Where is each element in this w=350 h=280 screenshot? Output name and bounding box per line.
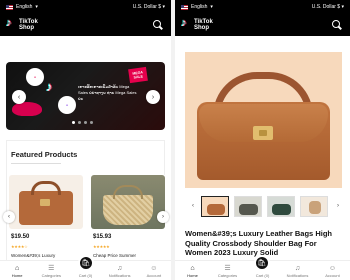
nav-label: Home bbox=[187, 273, 198, 278]
currency-selector[interactable]: U.S. Dollar $ ▾ bbox=[312, 4, 344, 10]
product-rating: ★★★★☆ bbox=[11, 244, 28, 249]
nav-account[interactable]: ☺ Account bbox=[318, 265, 348, 278]
banner-lips-graphic bbox=[12, 102, 42, 116]
banner-next-button[interactable]: › bbox=[146, 90, 160, 104]
currency-label: U.S. Dollar $ bbox=[311, 4, 341, 10]
product-image bbox=[9, 175, 83, 229]
product-main-image[interactable] bbox=[185, 52, 342, 188]
product-name[interactable]: Women&#39;s Luxury bbox=[11, 253, 55, 258]
nav-label: Cart (0) bbox=[255, 273, 270, 278]
banner-badge-circle: ● bbox=[26, 68, 44, 86]
nav-home[interactable]: ⌂ Home bbox=[2, 265, 32, 278]
product-rating: ★★★★★ bbox=[93, 244, 110, 249]
thumbnail-next-button[interactable]: › bbox=[333, 201, 343, 211]
home-screen: English ▾ U.S. Dollar $ ▾ TikTok Shop ● … bbox=[0, 0, 171, 280]
nav-home[interactable]: ⌂ Home bbox=[178, 265, 208, 278]
nav-label: Categories bbox=[217, 273, 238, 278]
chevron-down-icon: ▾ bbox=[341, 4, 344, 10]
featured-products-section: Featured Products $19.50 ★★★★☆ Women&#39… bbox=[6, 140, 165, 272]
product-card[interactable]: $19.50 ★★★★☆ Women&#39;s Luxury bbox=[9, 175, 83, 271]
app-header: TikTok Shop bbox=[0, 14, 171, 36]
product-title: Women&#39;s Luxury Leather Bags High Qua… bbox=[185, 229, 332, 257]
logo-line2: Shop bbox=[194, 25, 209, 31]
grid-icon: ☰ bbox=[48, 265, 55, 272]
chevron-down-icon: ▾ bbox=[210, 4, 213, 10]
tiktok-logo-icon bbox=[46, 78, 60, 92]
section-title: Featured Products bbox=[11, 150, 78, 159]
tiktok-logo-icon bbox=[181, 17, 191, 30]
nav-label: Categories bbox=[41, 273, 61, 278]
product-thumbnail[interactable] bbox=[267, 196, 295, 217]
chevron-down-icon: ▾ bbox=[35, 4, 38, 10]
nav-categories[interactable]: ☰ Categories bbox=[36, 265, 66, 278]
currency-selector[interactable]: U.S. Dollar $ ▾ bbox=[133, 4, 165, 10]
user-icon: ☺ bbox=[150, 265, 158, 272]
banner-badge-circle: ● bbox=[58, 96, 76, 114]
promo-banner[interactable]: ● ● MEGA SALE ເກາະລີ້ກເກາະເພີ້ມສຳລັບ Meg… bbox=[6, 62, 165, 130]
banner-promo-text: ເກາະລີ້ກເກາະເພີ້ມສຳລັບ Mega Sales ບໍ່ນຳທ… bbox=[78, 84, 137, 101]
language-label: English bbox=[191, 4, 208, 10]
product-card[interactable]: $15.93 ★★★★★ Cheap Price Summer bbox=[91, 175, 165, 271]
product-image bbox=[91, 175, 165, 229]
nav-label: Notifications bbox=[108, 273, 131, 278]
logo-line2: Shop bbox=[19, 25, 34, 31]
product-price: $19.50 bbox=[11, 234, 30, 240]
product-detail-screen: English ▾ U.S. Dollar $ ▾ TikTok Shop bbox=[175, 0, 350, 280]
app-header: TikTok Shop bbox=[175, 14, 350, 36]
us-flag-icon bbox=[181, 4, 188, 10]
banner-prev-button[interactable]: ‹ bbox=[12, 90, 26, 104]
pagination-dot[interactable] bbox=[84, 121, 87, 124]
nav-label: Account bbox=[146, 273, 162, 278]
chevron-down-icon: ▾ bbox=[162, 4, 165, 10]
nav-account[interactable]: ☺ Account bbox=[139, 265, 169, 278]
search-icon[interactable] bbox=[153, 20, 163, 30]
screenshot-stage: English ▾ U.S. Dollar $ ▾ TikTok Shop ● … bbox=[0, 0, 350, 280]
language-selector[interactable]: English ▾ bbox=[6, 4, 38, 10]
nav-notifications[interactable]: ♫ Notifications bbox=[105, 265, 135, 278]
top-bar: English ▾ U.S. Dollar $ ▾ bbox=[175, 0, 350, 14]
language-label: English bbox=[16, 4, 33, 10]
search-icon[interactable] bbox=[332, 20, 342, 30]
bell-icon: ♫ bbox=[117, 265, 123, 272]
user-icon: ☺ bbox=[328, 265, 337, 272]
nav-label: Notifications bbox=[286, 273, 309, 278]
product-price: $15.93 bbox=[93, 234, 112, 240]
banner-pagination bbox=[72, 121, 93, 124]
carousel-prev-button[interactable]: ‹ bbox=[3, 211, 15, 223]
product-thumbnail[interactable] bbox=[234, 196, 262, 217]
product-thumbnail[interactable] bbox=[201, 196, 229, 217]
product-thumbnail[interactable] bbox=[300, 196, 328, 217]
language-selector[interactable]: English ▾ bbox=[181, 4, 213, 10]
bell-icon: ♫ bbox=[294, 265, 301, 272]
pagination-dot[interactable] bbox=[78, 121, 81, 124]
currency-label: U.S. Dollar $ bbox=[132, 4, 162, 10]
tiktok-logo-icon bbox=[6, 17, 16, 30]
mega-sale-badge: MEGA SALE bbox=[128, 66, 148, 84]
cart-icon[interactable]: 🛍 bbox=[78, 255, 94, 271]
pagination-dot[interactable] bbox=[72, 121, 75, 124]
nav-label: Account bbox=[325, 273, 340, 278]
top-bar: English ▾ U.S. Dollar $ ▾ bbox=[0, 0, 171, 14]
cart-icon[interactable]: 🛍 bbox=[254, 255, 270, 271]
pagination-dot[interactable] bbox=[90, 121, 93, 124]
thumbnail-strip bbox=[201, 196, 328, 217]
thumbnail-prev-button[interactable]: ‹ bbox=[188, 201, 198, 211]
nav-label: Home bbox=[11, 273, 23, 278]
carousel-next-button[interactable]: › bbox=[157, 211, 169, 223]
nav-categories[interactable]: ☰ Categories bbox=[213, 265, 243, 278]
nav-notifications[interactable]: ♫ Notifications bbox=[283, 265, 313, 278]
section-divider bbox=[11, 163, 61, 164]
tiktok-shop-logo[interactable]: TikTok Shop bbox=[181, 17, 213, 31]
nav-label: Cart (0) bbox=[78, 273, 93, 278]
home-icon: ⌂ bbox=[190, 265, 195, 272]
home-icon: ⌂ bbox=[14, 265, 20, 272]
us-flag-icon bbox=[6, 4, 13, 10]
tiktok-shop-logo[interactable]: TikTok Shop bbox=[6, 17, 38, 31]
grid-icon: ☰ bbox=[224, 265, 231, 272]
product-name[interactable]: Cheap Price Summer bbox=[93, 253, 136, 258]
